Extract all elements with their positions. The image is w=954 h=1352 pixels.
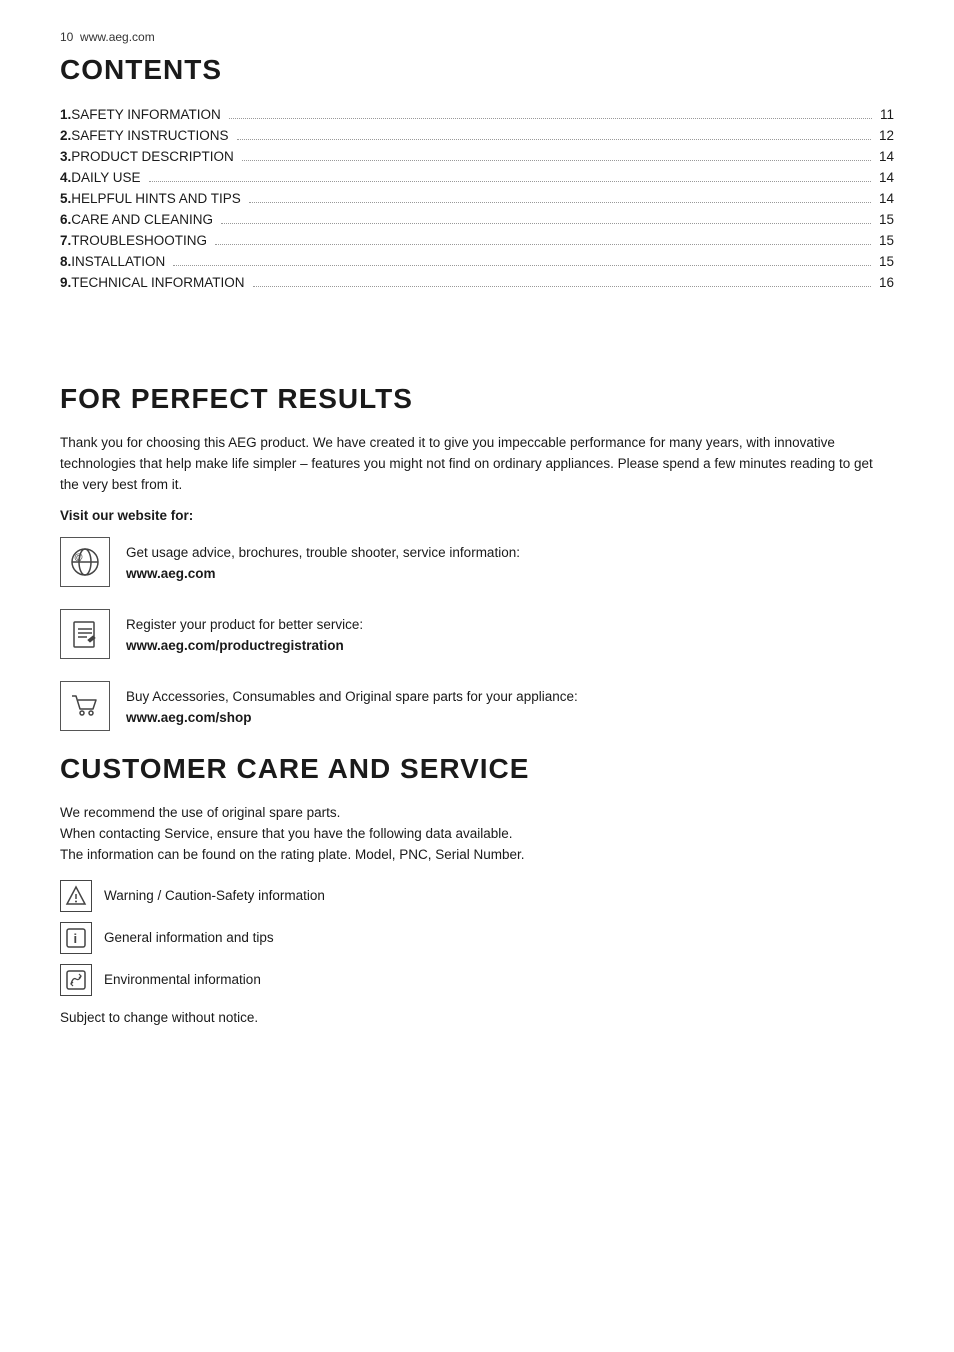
toc-label: HELPFUL HINTS AND TIPS xyxy=(71,191,245,206)
toc-num: 8. xyxy=(60,251,71,272)
section-gap-1 xyxy=(60,303,894,383)
toc-content: HELPFUL HINTS AND TIPS 14 xyxy=(71,188,894,209)
legend-row-warning: Warning / Caution-Safety information xyxy=(60,880,894,912)
toc-page: 15 xyxy=(875,254,894,269)
toc-page: 12 xyxy=(875,128,894,143)
cart-icon xyxy=(60,681,110,731)
toc-row: 2. SAFETY INSTRUCTIONS 12 xyxy=(60,125,894,146)
for-perfect-results-title: FOR PERFECT RESULTS xyxy=(60,383,894,415)
toc-num: 5. xyxy=(60,188,71,209)
toc-label: CARE AND CLEANING xyxy=(71,212,217,227)
toc-dots xyxy=(253,286,871,287)
legend-row-env: Environmental information xyxy=(60,964,894,996)
toc-dots xyxy=(149,181,871,182)
toc-num: 9. xyxy=(60,272,71,293)
toc-content: TECHNICAL INFORMATION 16 xyxy=(71,272,894,293)
page-number: 10 xyxy=(60,30,73,44)
svg-text:@: @ xyxy=(74,552,83,562)
warning-icon xyxy=(60,880,92,912)
toc-row: 9. TECHNICAL INFORMATION 16 xyxy=(60,272,894,293)
page-header: 10 www.aeg.com xyxy=(60,30,894,44)
toc-row: 3. PRODUCT DESCRIPTION 14 xyxy=(60,146,894,167)
toc-content: PRODUCT DESCRIPTION 14 xyxy=(71,146,894,167)
globe-at-icon: @ xyxy=(60,537,110,587)
legend-info-text: General information and tips xyxy=(104,930,274,945)
toc-label: SAFETY INFORMATION xyxy=(71,107,225,122)
toc-label: TECHNICAL INFORMATION xyxy=(71,275,248,290)
toc-content: DAILY USE 14 xyxy=(71,167,894,188)
svg-text:i: i xyxy=(74,931,78,946)
legend-section: Warning / Caution-Safety information i G… xyxy=(60,880,894,996)
toc-label: TROUBLESHOOTING xyxy=(71,233,211,248)
toc-content: SAFETY INSTRUCTIONS 12 xyxy=(71,125,894,146)
toc-num: 3. xyxy=(60,146,71,167)
toc-page: 16 xyxy=(875,275,894,290)
toc-page: 15 xyxy=(875,233,894,248)
customer-care-title: CUSTOMER CARE AND SERVICE xyxy=(60,753,894,785)
info-icon: i xyxy=(60,922,92,954)
customer-care-body: We recommend the use of original spare p… xyxy=(60,803,894,866)
icon-text-register: Register your product for better service… xyxy=(126,609,363,657)
register-icon xyxy=(60,609,110,659)
customer-care-section: CUSTOMER CARE AND SERVICE We recommend t… xyxy=(60,753,894,1025)
subject-to-change: Subject to change without notice. xyxy=(60,1010,894,1025)
toc-content: CARE AND CLEANING 15 xyxy=(71,209,894,230)
toc-dots xyxy=(173,265,871,266)
contents-title: CONTENTS xyxy=(60,54,894,86)
toc-dots xyxy=(215,244,871,245)
toc-label: DAILY USE xyxy=(71,170,144,185)
toc-row: 8. INSTALLATION 15 xyxy=(60,251,894,272)
toc-num: 4. xyxy=(60,167,71,188)
toc-content: INSTALLATION 15 xyxy=(71,251,894,272)
toc-label: SAFETY INSTRUCTIONS xyxy=(71,128,232,143)
icon-text-website: Get usage advice, brochures, trouble sho… xyxy=(126,537,520,585)
toc-page: 11 xyxy=(876,107,894,122)
toc-num: 1. xyxy=(60,104,71,125)
toc-dots xyxy=(221,223,871,224)
toc-dots xyxy=(242,160,871,161)
toc-page: 14 xyxy=(875,170,894,185)
for-perfect-results-section: FOR PERFECT RESULTS Thank you for choosi… xyxy=(60,383,894,731)
header-website: www.aeg.com xyxy=(80,30,155,44)
legend-row-info: i General information and tips xyxy=(60,922,894,954)
toc-row: 5. HELPFUL HINTS AND TIPS 14 xyxy=(60,188,894,209)
toc-page: 14 xyxy=(875,149,894,164)
toc-row: 6. CARE AND CLEANING 15 xyxy=(60,209,894,230)
toc-row: 1. SAFETY INFORMATION 11 xyxy=(60,104,894,125)
toc-num: 7. xyxy=(60,230,71,251)
icon-row-website: @ Get usage advice, brochures, trouble s… xyxy=(60,537,894,587)
icon-text-shop: Buy Accessories, Consumables and Origina… xyxy=(126,681,578,729)
toc-table: 1. SAFETY INFORMATION 11 2. SAFETY INSTR… xyxy=(60,104,894,293)
toc-content: SAFETY INFORMATION 11 xyxy=(71,104,894,125)
toc-row: 7. TROUBLESHOOTING 15 xyxy=(60,230,894,251)
toc-dots xyxy=(229,118,872,119)
contents-section: CONTENTS 1. SAFETY INFORMATION 11 2. SAF… xyxy=(60,54,894,293)
toc-page: 15 xyxy=(875,212,894,227)
toc-num: 2. xyxy=(60,125,71,146)
visit-heading: Visit our website for: xyxy=(60,508,894,523)
toc-label: PRODUCT DESCRIPTION xyxy=(71,149,238,164)
toc-label: INSTALLATION xyxy=(71,254,169,269)
toc-page: 14 xyxy=(875,191,894,206)
toc-num: 6. xyxy=(60,209,71,230)
icon-row-register: Register your product for better service… xyxy=(60,609,894,659)
toc-dots xyxy=(249,202,871,203)
legend-env-text: Environmental information xyxy=(104,972,261,987)
for-perfect-results-body: Thank you for choosing this AEG product.… xyxy=(60,433,894,496)
legend-warning-text: Warning / Caution-Safety information xyxy=(104,888,325,903)
toc-content: TROUBLESHOOTING 15 xyxy=(71,230,894,251)
toc-row: 4. DAILY USE 14 xyxy=(60,167,894,188)
environmental-icon xyxy=(60,964,92,996)
toc-dots xyxy=(237,139,871,140)
icon-row-shop: Buy Accessories, Consumables and Origina… xyxy=(60,681,894,731)
